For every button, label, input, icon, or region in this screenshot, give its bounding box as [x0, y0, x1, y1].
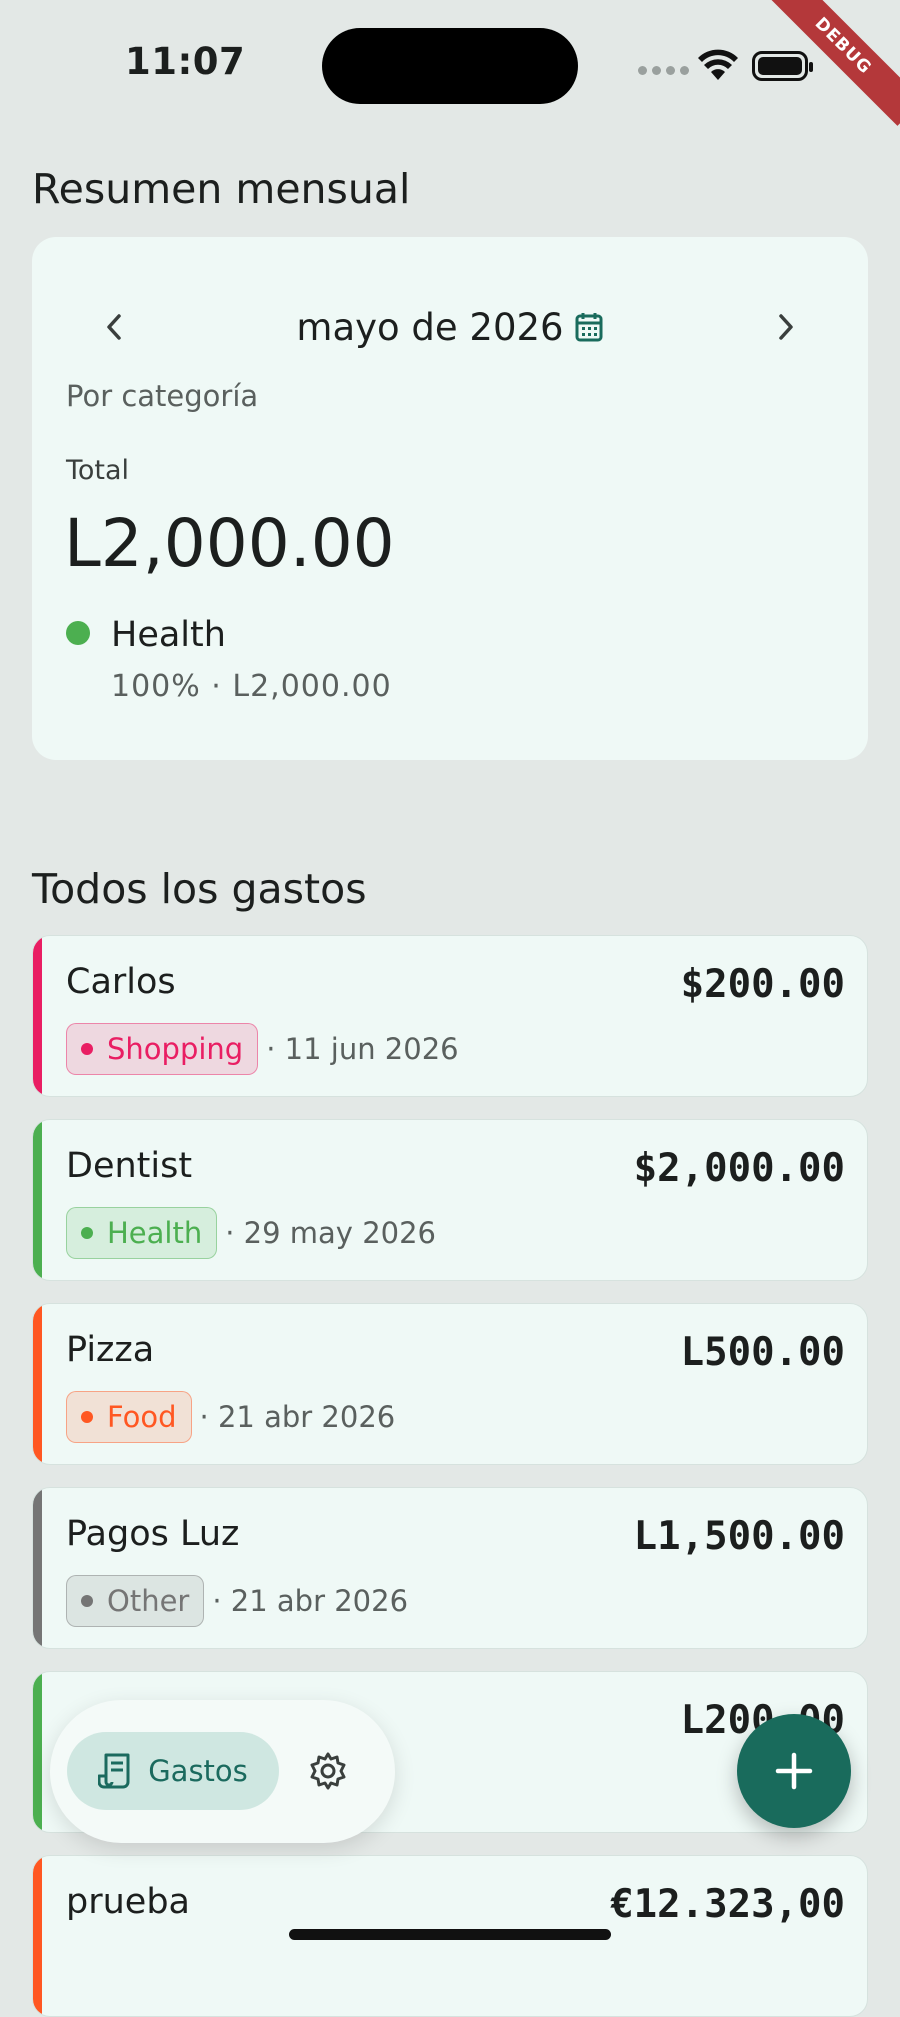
month-label: mayo de 2026: [296, 305, 564, 349]
month-picker[interactable]: mayo de 2026: [32, 297, 868, 357]
expense-meta: Other · 21 abr 2026: [66, 1575, 408, 1627]
category-label: Shopping: [107, 1032, 244, 1066]
category-dot: [81, 1227, 93, 1239]
category-accent-bar: [33, 1304, 42, 1464]
calendar-icon: [575, 313, 603, 342]
category-accent-bar: [33, 936, 42, 1096]
expense-item[interactable]: Pagos Luz L1,500.00 Other · 21 abr 2026: [32, 1487, 868, 1649]
nav-expenses-label: Gastos: [148, 1754, 248, 1788]
expense-date: · 11 jun 2026: [266, 1032, 459, 1066]
summary-section-title: Resumen mensual: [32, 165, 411, 213]
receipt-icon: [98, 1753, 130, 1789]
battery-icon: [752, 51, 813, 81]
total-label: Total: [66, 455, 130, 486]
category-accent-bar: [33, 1120, 42, 1280]
legend-category-detail: 100% · L2,000.00: [111, 669, 392, 704]
expense-meta: Shopping · 11 jun 2026: [66, 1023, 459, 1075]
expense-item[interactable]: Dentist $2,000.00 Health · 29 may 2026: [32, 1119, 868, 1281]
expense-meta: Food · 21 abr 2026: [66, 1391, 395, 1443]
expenses-section-title: Todos los gastos: [32, 865, 367, 913]
dynamic-island: [322, 28, 578, 104]
expense-meta: Health · 29 may 2026: [66, 1207, 436, 1259]
category-chip: Shopping: [66, 1023, 259, 1075]
expense-date: · 21 abr 2026: [199, 1400, 396, 1434]
expense-amount: L500.00: [680, 1330, 845, 1375]
expense-amount: $2,000.00: [633, 1146, 845, 1191]
category-label: Health: [107, 1216, 203, 1250]
expense-item[interactable]: Pizza L500.00 Food · 21 abr 2026: [32, 1303, 868, 1465]
expense-amount: L1,500.00: [633, 1514, 845, 1559]
month-navigator: mayo de 2026: [32, 297, 868, 357]
category-dot: [81, 1595, 93, 1607]
bottom-navigation: Gastos: [50, 1700, 395, 1843]
add-expense-button[interactable]: [737, 1714, 851, 1828]
plus-icon: [775, 1752, 813, 1790]
expense-amount: $200.00: [680, 962, 845, 1007]
home-indicator: [289, 1929, 611, 1940]
summary-subtitle: Por categoría: [66, 379, 259, 413]
expense-date: · 29 may 2026: [225, 1216, 436, 1250]
status-time: 11:07: [125, 40, 246, 83]
category-label: Other: [107, 1584, 190, 1618]
category-label: Food: [107, 1400, 177, 1434]
signal-icon: [638, 66, 689, 75]
nav-settings-tab[interactable]: [302, 1745, 354, 1797]
expense-name: prueba: [66, 1882, 190, 1922]
category-chip: Other: [66, 1575, 205, 1627]
category-chip: Health: [66, 1207, 218, 1259]
expense-date: · 21 abr 2026: [212, 1584, 409, 1618]
next-month-button[interactable]: [756, 297, 816, 357]
category-dot: [81, 1043, 93, 1055]
category-dot: [81, 1411, 93, 1423]
expense-name: Pizza: [66, 1330, 155, 1370]
monthly-summary-card: mayo de 2026 Por categoría Total L2,000.…: [32, 237, 868, 760]
expense-name: Dentist: [66, 1146, 193, 1186]
total-value: L2,000.00: [64, 505, 395, 582]
gear-icon: [310, 1752, 346, 1790]
legend-category-name: Health: [111, 615, 226, 655]
expense-name: Carlos: [66, 962, 176, 1002]
nav-expenses-tab[interactable]: Gastos: [67, 1732, 279, 1810]
expense-name: Pagos Luz: [66, 1514, 240, 1554]
category-chip: Food: [66, 1391, 192, 1443]
expense-item[interactable]: Carlos $200.00 Shopping · 11 jun 2026: [32, 935, 868, 1097]
wifi-icon: [698, 49, 738, 80]
category-accent-bar: [33, 1856, 42, 2016]
status-bar: 11:07: [0, 0, 900, 130]
category-accent-bar: [33, 1672, 42, 1832]
expense-amount: €12.323,00: [610, 1882, 845, 1927]
legend-dot: [66, 621, 90, 645]
category-accent-bar: [33, 1488, 42, 1648]
chevron-right-icon: [779, 314, 793, 340]
